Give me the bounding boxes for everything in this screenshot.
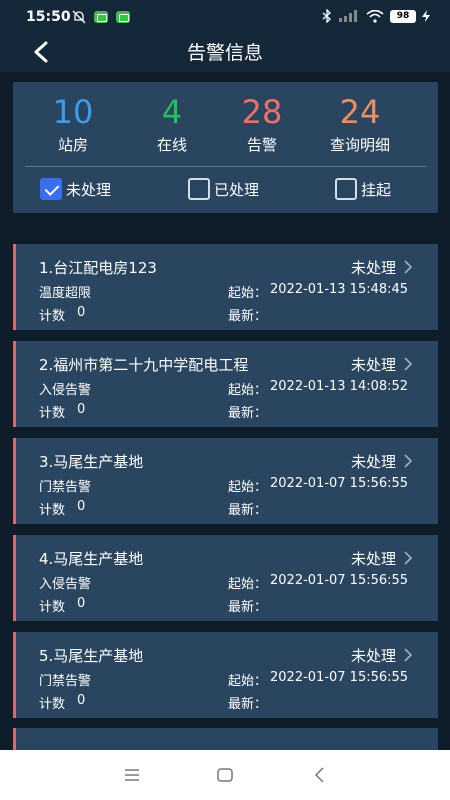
filter-unprocessed[interactable]: 未处理 bbox=[40, 178, 111, 200]
content-area: 10 站房 4 在线 28 告警 24 查询明细 未处理 已处理 挂起 1.台江… bbox=[0, 72, 450, 750]
status-bar: 15:50 98 bbox=[0, 0, 450, 34]
latest-label: 最新： bbox=[228, 697, 268, 712]
count-value: 0 bbox=[77, 305, 86, 320]
count-value: 0 bbox=[77, 402, 86, 417]
stat-value: 24 bbox=[339, 93, 381, 131]
start-time: 2022-01-13 15:48:45 bbox=[270, 282, 409, 297]
start-label: 起始： bbox=[228, 577, 268, 592]
system-nav-bar bbox=[0, 750, 450, 800]
status-system-icons: 98 bbox=[322, 9, 430, 23]
stat-query-details[interactable]: 24 查询明细 bbox=[307, 92, 413, 155]
start-label: 起始： bbox=[228, 480, 268, 495]
alarm-title: 1.台江配电房123 bbox=[39, 259, 157, 277]
start-time: 2022-01-13 14:08:52 bbox=[270, 379, 409, 394]
filter-label: 挂起 bbox=[361, 180, 392, 199]
filter-label: 已处理 bbox=[214, 180, 260, 199]
alarm-card[interactable]: 2.福州市第二十九中学配电工程 未处理 入侵告警 起始： 2022-01-13 … bbox=[13, 341, 438, 427]
checkbox-unchecked[interactable] bbox=[335, 178, 357, 200]
stat-stations[interactable]: 10 站房 bbox=[20, 92, 126, 155]
alarm-card[interactable]: 5.马尾生产基地 未处理 门禁告警 起始： 2022-01-07 15:56:5… bbox=[13, 632, 438, 718]
divider bbox=[25, 166, 426, 167]
alarm-title: 3.马尾生产基地 bbox=[39, 453, 144, 471]
alarm-title: 5.马尾生产基地 bbox=[39, 647, 144, 665]
chevron-right-icon bbox=[404, 551, 413, 565]
alarm-type: 门禁告警 bbox=[39, 674, 92, 689]
start-label: 起始： bbox=[228, 383, 268, 398]
alarm-card[interactable]: 1.台江配电房123 未处理 温度超限 起始： 2022-01-13 15:48… bbox=[13, 244, 438, 330]
status-time: 15:50 bbox=[26, 9, 71, 25]
bell-muted-icon bbox=[72, 10, 86, 24]
alarm-status: 未处理 bbox=[350, 453, 396, 471]
latest-label: 最新： bbox=[228, 503, 268, 518]
bluetooth-icon bbox=[322, 9, 331, 23]
chevron-right-icon bbox=[404, 648, 413, 662]
start-label: 起始： bbox=[228, 286, 268, 301]
chevron-right-icon bbox=[404, 454, 413, 468]
alarm-status: 未处理 bbox=[350, 356, 396, 374]
alarm-type: 温度超限 bbox=[39, 286, 92, 301]
count-label: 计数 bbox=[39, 503, 66, 518]
alarm-card[interactable]: 4.马尾生产基地 未处理 入侵告警 起始： 2022-01-07 15:56:5… bbox=[13, 535, 438, 621]
home-square-icon[interactable] bbox=[215, 765, 235, 785]
latest-label: 最新： bbox=[228, 309, 268, 324]
alarm-title: 2.福州市第二十九中学配电工程 bbox=[39, 356, 249, 374]
count-value: 0 bbox=[77, 693, 86, 708]
start-label: 起始： bbox=[228, 674, 268, 689]
app-header: 告警信息 bbox=[0, 34, 450, 72]
status-notifications bbox=[72, 10, 130, 24]
latest-label: 最新： bbox=[228, 600, 268, 615]
filter-label: 未处理 bbox=[66, 180, 112, 199]
battery-icon: 98 bbox=[390, 9, 416, 23]
alarm-status: 未处理 bbox=[350, 550, 396, 568]
start-time: 2022-01-07 15:56:55 bbox=[270, 476, 409, 491]
checkbox-unchecked[interactable] bbox=[188, 178, 210, 200]
latest-label: 最新： bbox=[228, 406, 268, 421]
alarm-card[interactable]: 3.马尾生产基地 未处理 门禁告警 起始： 2022-01-07 15:56:5… bbox=[13, 438, 438, 524]
count-value: 0 bbox=[77, 499, 86, 514]
back-triangle-icon[interactable] bbox=[310, 765, 330, 785]
start-time: 2022-01-07 15:56:55 bbox=[270, 670, 409, 685]
stat-value: 10 bbox=[52, 93, 94, 131]
alarm-type: 门禁告警 bbox=[39, 480, 92, 495]
alarm-status: 未处理 bbox=[350, 259, 396, 277]
signal-icon bbox=[339, 10, 357, 22]
checkbox-checked[interactable] bbox=[40, 178, 62, 200]
filter-processed[interactable]: 已处理 bbox=[188, 178, 259, 200]
stat-label: 查询明细 bbox=[329, 136, 390, 154]
stat-label: 告警 bbox=[246, 136, 277, 154]
count-label: 计数 bbox=[39, 309, 66, 324]
start-time: 2022-01-07 15:56:55 bbox=[270, 573, 409, 588]
app-notification-icon bbox=[116, 11, 130, 23]
chevron-right-icon bbox=[404, 357, 413, 371]
count-label: 计数 bbox=[39, 406, 66, 421]
alarm-title: 4.马尾生产基地 bbox=[39, 550, 144, 568]
page-title: 告警信息 bbox=[186, 42, 263, 64]
count-label: 计数 bbox=[39, 697, 66, 712]
wifi-icon bbox=[366, 9, 384, 23]
stat-value: 28 bbox=[241, 93, 283, 131]
filter-suspended[interactable]: 挂起 bbox=[335, 178, 391, 200]
charging-icon bbox=[422, 10, 430, 22]
chevron-right-icon bbox=[404, 260, 413, 274]
alarm-type: 入侵告警 bbox=[39, 577, 92, 592]
alarm-type: 入侵告警 bbox=[39, 383, 92, 398]
stat-alarms[interactable]: 28 告警 bbox=[209, 92, 315, 155]
count-value: 0 bbox=[77, 596, 86, 611]
count-label: 计数 bbox=[39, 600, 66, 615]
alarm-status: 未处理 bbox=[350, 647, 396, 665]
app-notification-icon bbox=[94, 11, 108, 23]
menu-icon[interactable] bbox=[122, 765, 142, 785]
alarm-card-partial[interactable] bbox=[13, 728, 438, 750]
stat-label: 站房 bbox=[57, 136, 88, 154]
summary-panel: 10 站房 4 在线 28 告警 24 查询明细 未处理 已处理 挂起 bbox=[13, 82, 438, 213]
